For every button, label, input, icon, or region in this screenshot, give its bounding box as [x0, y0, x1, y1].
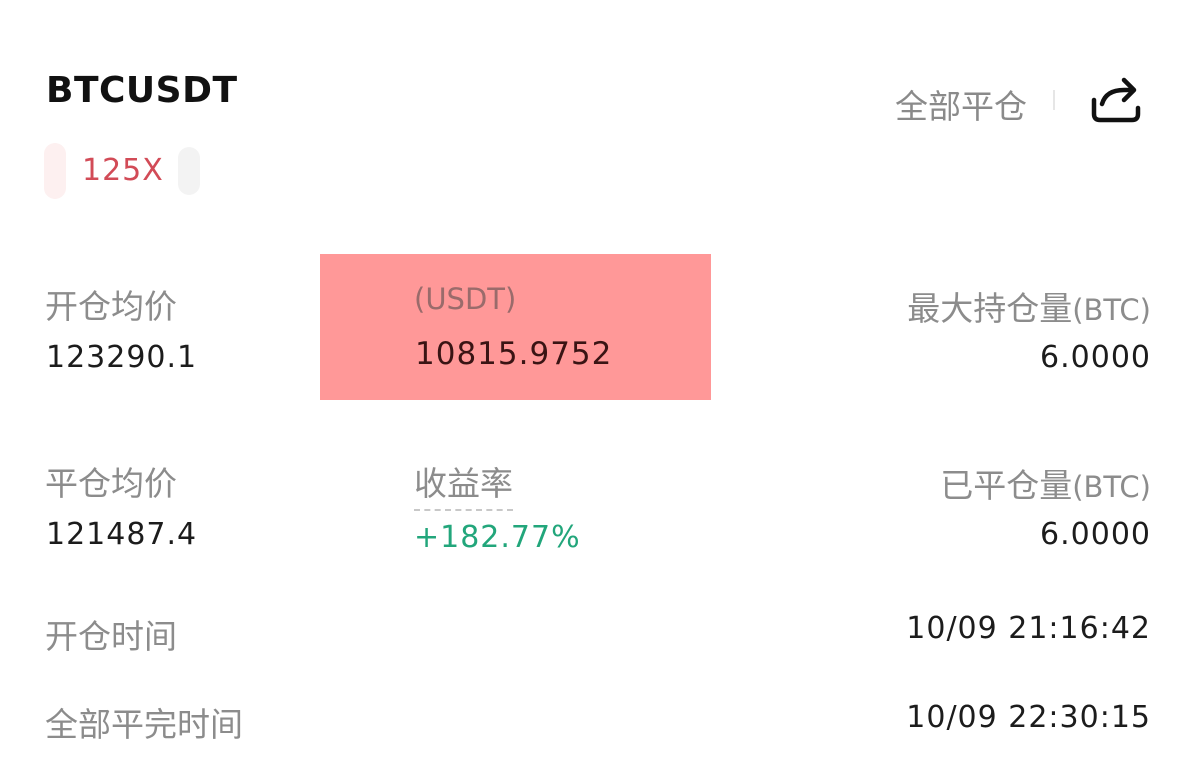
- close-avg-price-value: 121487.4: [46, 517, 198, 552]
- header-divider: [1053, 90, 1055, 110]
- close-all-button[interactable]: 全部平仓: [895, 80, 1027, 128]
- pnl-value: 10815.9752: [415, 336, 613, 372]
- leverage-label: 125X: [82, 153, 164, 188]
- full-close-time-value: 10/09 22:30:15: [906, 700, 1151, 735]
- max-position-value: 6.0000: [1040, 340, 1151, 375]
- symbol-title: BTCUSDT: [46, 70, 238, 111]
- full-close-time-label: 全部平完时间: [45, 705, 243, 744]
- closed-qty-label-text: 已平仓量: [940, 466, 1073, 505]
- max-position-label: 最大持仓量(BTC): [907, 282, 1151, 330]
- share-icon-svg: [1091, 77, 1141, 123]
- closed-qty-label: 已平仓量(BTC): [940, 459, 1151, 507]
- open-avg-price-label: 开仓均价: [45, 287, 177, 326]
- roe-label[interactable]: 收益率: [414, 457, 513, 511]
- badge-right-pill: [178, 147, 200, 195]
- close-avg-price-label: 平仓均价: [45, 464, 177, 503]
- badge-left-pill: [44, 143, 66, 199]
- share-icon[interactable]: [1088, 70, 1144, 126]
- open-time-value: 10/09 21:16:42: [906, 611, 1151, 646]
- leverage-badge: 125X: [44, 143, 204, 199]
- max-position-unit: (BTC): [1072, 293, 1151, 327]
- open-time-label: 开仓时间: [45, 617, 177, 656]
- roe-value: +182.77%: [414, 520, 581, 555]
- max-position-label-text: 最大持仓量: [907, 289, 1073, 328]
- pnl-unit: (USDT): [414, 282, 517, 316]
- pnl-block: (USDT) 10815.9752: [320, 254, 711, 400]
- closed-qty-unit: (BTC): [1072, 470, 1151, 504]
- closed-qty-value: 6.0000: [1040, 517, 1151, 552]
- open-avg-price-value: 123290.1: [46, 340, 198, 375]
